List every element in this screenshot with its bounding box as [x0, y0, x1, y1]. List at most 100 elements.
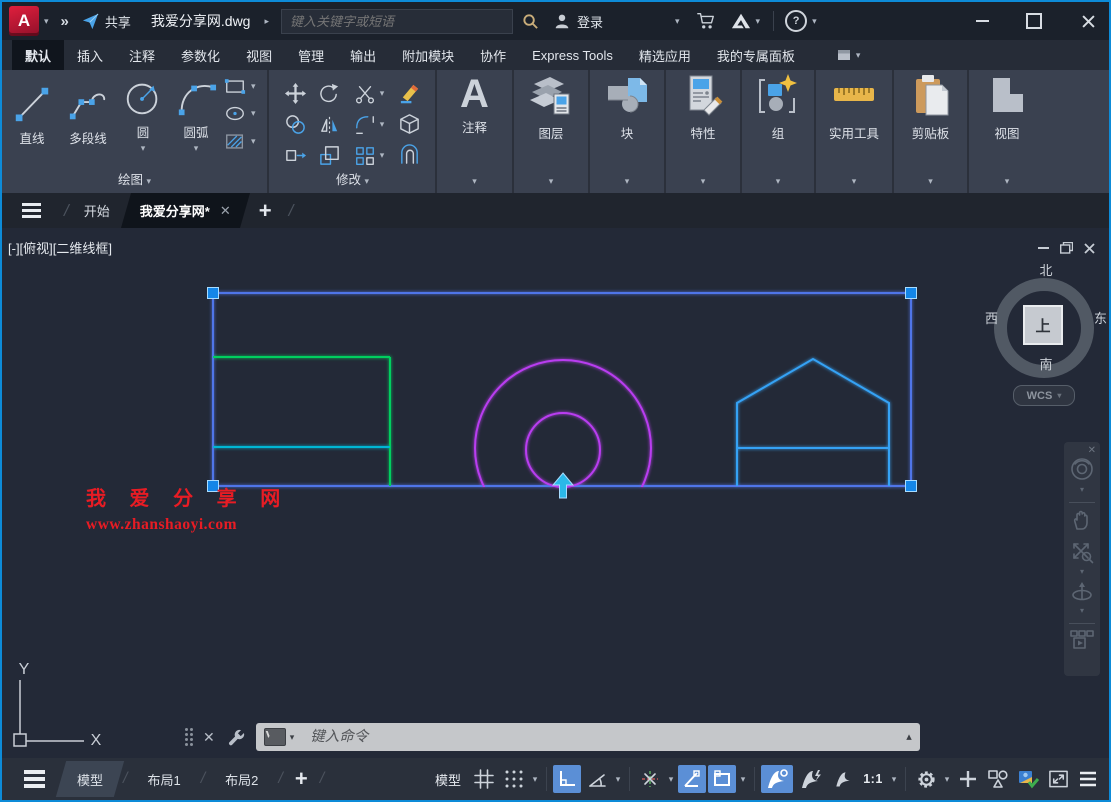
- ellipse-dropdown-icon[interactable]: ▾: [251, 109, 256, 118]
- annotation-autoscale-toggle[interactable]: [795, 765, 827, 793]
- new-layout-button[interactable]: +: [295, 768, 308, 790]
- fillet-dropdown-icon[interactable]: ▾: [380, 120, 385, 129]
- stretch-icon[interactable]: [284, 144, 307, 167]
- navbar-wheel-dropdown-icon[interactable]: ▾: [1080, 485, 1084, 494]
- command-history-dropdown-icon[interactable]: ▾: [290, 733, 295, 742]
- scale-dropdown-icon[interactable]: ▾: [892, 775, 897, 784]
- trim-dropdown-icon[interactable]: ▾: [380, 89, 385, 98]
- circle-dropdown-icon[interactable]: ▾: [141, 144, 146, 153]
- showmotion-icon[interactable]: [1069, 629, 1095, 651]
- lineweight-dropdown-icon[interactable]: ▾: [741, 775, 746, 784]
- ribbon-tab-collaborate[interactable]: 协作: [467, 40, 519, 70]
- file-tab-close-icon[interactable]: ✕: [220, 203, 231, 219]
- ribbon-tab-express-tools[interactable]: Express Tools: [519, 40, 626, 70]
- share-icon[interactable]: [81, 12, 100, 31]
- box-icon[interactable]: [398, 113, 421, 136]
- polar-dropdown-icon[interactable]: ▾: [616, 775, 621, 784]
- settings-dropdown-icon[interactable]: ▾: [945, 775, 950, 784]
- file-tabs-menu-icon[interactable]: [22, 203, 41, 218]
- panel-clipboard[interactable]: 剪贴板 ▾: [894, 70, 969, 193]
- file-tab-start[interactable]: 开始: [78, 201, 116, 220]
- command-input[interactable]: [308, 728, 906, 746]
- ribbon-tab-parametric[interactable]: 参数化: [168, 40, 233, 70]
- navbar-zoom-dropdown-icon[interactable]: ▾: [1080, 567, 1084, 576]
- quick-access-expand-icon[interactable]: »: [61, 13, 67, 30]
- wcs-menu[interactable]: WCS▾: [1013, 385, 1075, 406]
- new-file-tab-button[interactable]: +: [259, 200, 272, 222]
- green-rectangle-lines[interactable]: [213, 357, 390, 486]
- search-icon[interactable]: [522, 13, 539, 30]
- autodesk-caret-icon[interactable]: ▾: [756, 17, 761, 26]
- hatch-dropdown-icon[interactable]: ▾: [251, 137, 256, 146]
- help-caret-icon[interactable]: ▾: [812, 17, 817, 26]
- outer-purple-arc[interactable]: [475, 360, 651, 536]
- panel-view[interactable]: 视图 ▾: [969, 70, 1045, 193]
- clean-screen-plus-button[interactable]: [954, 765, 982, 793]
- object-snap-toggle[interactable]: [678, 765, 706, 793]
- mirror-icon[interactable]: [318, 113, 341, 136]
- title-arrow-icon[interactable]: ▸: [264, 17, 269, 26]
- layout-menu-icon[interactable]: [24, 770, 45, 788]
- pan-hand-icon[interactable]: [1070, 508, 1094, 532]
- viewcube-top-face[interactable]: 上: [1023, 305, 1063, 345]
- ribbon-tab-addins[interactable]: 附加模块: [389, 40, 467, 70]
- isolate-objects-button[interactable]: [984, 765, 1012, 793]
- sign-in-caret-icon[interactable]: ▾: [675, 17, 680, 26]
- panel-view-expand-icon[interactable]: ▾: [1005, 176, 1010, 186]
- trim-tool-button[interactable]: ▾: [354, 83, 385, 105]
- move-icon[interactable]: [284, 82, 307, 105]
- panel-utilities[interactable]: 实用工具 ▾: [816, 70, 894, 193]
- ribbon-tab-featured-apps[interactable]: 精选应用: [626, 40, 704, 70]
- close-button[interactable]: [1073, 8, 1103, 34]
- panel-properties[interactable]: 特性 ▾: [666, 70, 742, 193]
- graphics-performance-button[interactable]: [1014, 765, 1042, 793]
- app-menu-caret-icon[interactable]: ▾: [44, 17, 49, 26]
- command-dock-close-icon[interactable]: ✕: [203, 729, 215, 746]
- viewcube-north[interactable]: 北: [985, 260, 1107, 279]
- status-customize-button[interactable]: [1074, 765, 1102, 793]
- minimize-button[interactable]: [967, 8, 997, 34]
- panel-group-expand-icon[interactable]: ▾: [776, 176, 781, 186]
- rotate-icon[interactable]: [318, 82, 341, 105]
- command-prompt-icon[interactable]: [264, 728, 286, 746]
- panel-draw-label[interactable]: 绘图 ▾: [2, 169, 267, 188]
- command-line-dock[interactable]: ✕ ▾ ▴: [185, 721, 920, 753]
- navbar-close-icon[interactable]: ✕: [1088, 446, 1096, 456]
- user-icon[interactable]: [553, 12, 571, 30]
- panel-annotate[interactable]: A 注释 ▾: [437, 70, 514, 193]
- grip-midpoint-arrow[interactable]: [553, 473, 573, 498]
- sign-in-button[interactable]: 登录: [577, 12, 603, 31]
- search-box[interactable]: [281, 9, 513, 34]
- copy-icon[interactable]: [284, 113, 307, 136]
- panel-layers-expand-icon[interactable]: ▾: [549, 176, 554, 186]
- file-tab-current[interactable]: 我爱分享网* ✕: [126, 193, 245, 228]
- help-button[interactable]: ?: [785, 10, 807, 32]
- panel-clipboard-expand-icon[interactable]: ▾: [928, 176, 933, 186]
- layout-tab-model[interactable]: 模型: [61, 758, 119, 800]
- fullscreen-button[interactable]: [1044, 765, 1072, 793]
- panel-utilities-expand-icon[interactable]: ▾: [852, 176, 857, 186]
- navigation-wheel-icon[interactable]: [1069, 456, 1095, 482]
- share-button[interactable]: 共享: [105, 12, 131, 31]
- array-tool-button[interactable]: ▾: [354, 145, 385, 167]
- grip-top-left[interactable]: [208, 288, 219, 299]
- selected-boundary-rectangle[interactable]: [213, 293, 911, 486]
- osnap-tracking-dropdown-icon[interactable]: ▾: [669, 775, 674, 784]
- line-tool-button[interactable]: 直线: [8, 82, 56, 147]
- grip-bottom-right[interactable]: [906, 481, 917, 492]
- scale-icon[interactable]: [318, 144, 341, 167]
- customize-wrench-icon[interactable]: [227, 728, 246, 747]
- navbar-orbit-dropdown-icon[interactable]: ▾: [1080, 606, 1084, 615]
- house-outline[interactable]: [737, 359, 889, 486]
- ribbon-display-toggle[interactable]: ▾: [824, 40, 874, 70]
- panel-annotate-expand-icon[interactable]: ▾: [472, 176, 477, 186]
- array-dropdown-icon[interactable]: ▾: [380, 151, 385, 160]
- app-menu-button[interactable]: A: [9, 6, 39, 36]
- ribbon-tab-view[interactable]: 视图: [233, 40, 285, 70]
- snap-mode-toggle[interactable]: [500, 765, 528, 793]
- layout-tab-layout1[interactable]: 布局1: [131, 758, 196, 800]
- panel-properties-expand-icon[interactable]: ▾: [701, 176, 706, 186]
- offset-icon[interactable]: [398, 144, 421, 167]
- rectangle-tool-button[interactable]: ▾: [224, 78, 256, 95]
- annotation-visibility-toggle[interactable]: [761, 765, 793, 793]
